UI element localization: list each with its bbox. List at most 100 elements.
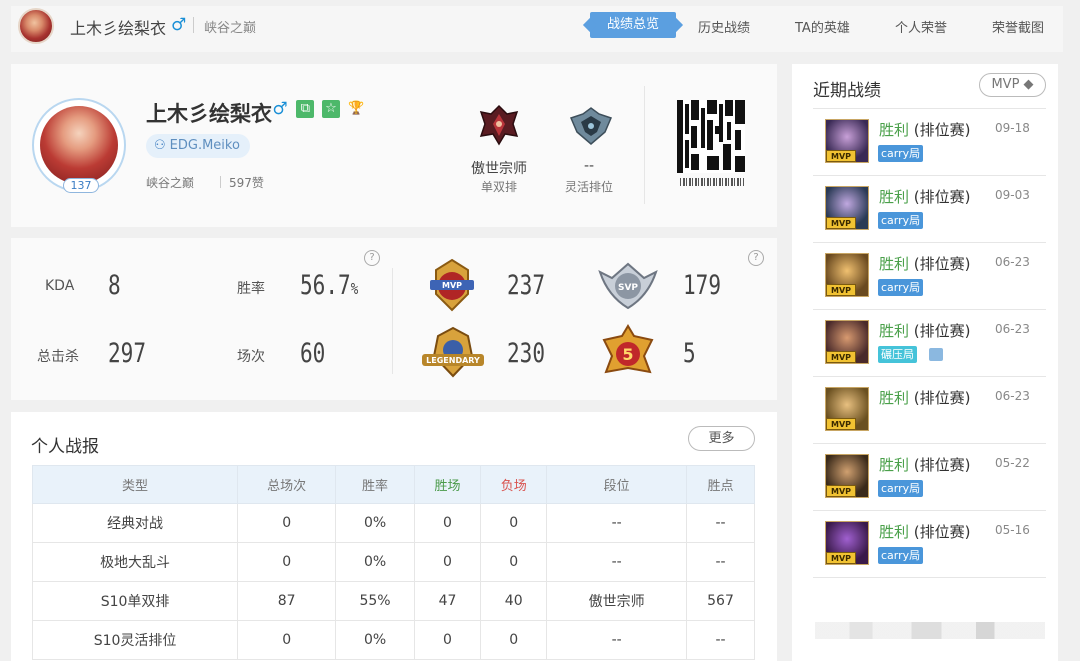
table-cell: 0: [480, 542, 548, 582]
recent-title: 近期战绩: [813, 81, 881, 101]
match-tag: carry局: [878, 480, 924, 497]
match-list-item[interactable]: MVP 胜利 (排位赛) 06-23 carry局: [813, 243, 1046, 310]
mvp-badge: MVP: [826, 351, 856, 363]
match-result: 胜利 (排位赛): [879, 121, 971, 139]
kills-label: 总击杀: [37, 349, 79, 365]
divider: [392, 268, 393, 374]
table-cell: S10单双排: [31, 581, 239, 621]
match-list-item[interactable]: MVP 胜利 (排位赛) 09-18 carry局: [813, 109, 1046, 176]
table-cell: 87: [237, 581, 337, 621]
help-icon[interactable]: ?: [364, 250, 380, 266]
mvp-badge: MVP: [826, 552, 856, 564]
mvp-filter-dropdown[interactable]: MVP ◆: [979, 73, 1046, 97]
match-tag: 碾压局: [878, 346, 917, 363]
svp-badge-icon: SVP: [598, 262, 658, 310]
column-header: 胜点: [686, 465, 755, 504]
solo-rank-tier: 傲世宗师: [471, 161, 527, 177]
legendary-count: 230: [507, 338, 546, 369]
tab-overview[interactable]: 战绩总览: [590, 12, 676, 38]
match-list-item[interactable]: MVP 胜利 (排位赛) 06-23: [813, 377, 1046, 444]
match-tag: carry局: [878, 212, 924, 229]
divider: [644, 86, 645, 204]
table-cell: --: [686, 503, 755, 543]
profile-name: 上木彡绘梨衣: [146, 102, 272, 126]
likes-count: 597赞: [229, 176, 264, 190]
svg-text:MVP: MVP: [442, 281, 462, 290]
table-header-row: 类型 总场次 胜率 胜场 负场 段位 胜点: [31, 465, 755, 504]
table-cell: --: [686, 542, 755, 582]
pagination[interactable]: [815, 622, 1045, 639]
avatar[interactable]: [18, 8, 54, 44]
column-header: 负场: [480, 465, 548, 504]
table-cell: 0%: [335, 620, 415, 660]
tab-honors[interactable]: 个人荣誉: [895, 17, 947, 36]
unranked-emblem-icon: [569, 107, 613, 145]
table-cell: S10灵活排位: [31, 620, 239, 660]
table-row: 经典对战 0 0% 0 0 -- --: [31, 503, 755, 543]
mvp-badge: MVP: [826, 150, 856, 162]
match-tag: carry局: [878, 145, 924, 162]
svg-text:SVP: SVP: [618, 283, 638, 293]
column-header: 总场次: [237, 465, 337, 504]
server-region: 峡谷之巅: [204, 21, 257, 36]
match-list-item[interactable]: MVP 胜利 (排位赛) 06-23 碾压局: [813, 310, 1046, 377]
kills-value: 297: [108, 338, 147, 369]
profile-region: 峡谷之巅: [146, 176, 195, 190]
solo-rank-queue: 单双排: [480, 180, 517, 194]
more-button[interactable]: 更多: [688, 426, 755, 451]
match-date: 05-22: [995, 456, 1030, 470]
kda-value: 8: [108, 270, 121, 301]
match-list-item[interactable]: MVP 胜利 (排位赛) 09-03 carry局: [813, 176, 1046, 243]
user-icon: ⚇: [154, 138, 166, 153]
column-header: 胜率: [335, 465, 415, 504]
table-row: 极地大乱斗 0 0% 0 0 -- --: [31, 542, 755, 582]
tab-honor-screenshots[interactable]: 荣誉截图: [992, 17, 1044, 36]
column-header: 类型: [31, 465, 239, 504]
image-icon[interactable]: [929, 348, 943, 361]
table-cell: 0: [480, 620, 548, 660]
winrate-label: 胜率: [237, 281, 265, 297]
team-tag[interactable]: ⚇ EDG.Meiko: [146, 134, 250, 158]
table-row: S10单双排 87 55% 47 40 傲世宗师 567: [31, 581, 755, 621]
divider: [813, 577, 1046, 578]
match-list-item[interactable]: MVP 胜利 (排位赛) 05-22 carry局: [813, 444, 1046, 511]
table-cell: 极地大乱斗: [31, 542, 239, 582]
table-cell: 567: [686, 581, 755, 621]
table-cell: 0: [237, 503, 337, 543]
match-result: 胜利 (排位赛): [879, 523, 971, 541]
grandmaster-emblem-icon: [479, 104, 519, 146]
profile-card: 137 上木彡绘梨衣 ♂ ⧉ ☆ 🏆 ⚇ EDG.Meiko 峡谷之巅 597赞 …: [11, 64, 777, 227]
flex-rank-queue: 灵活排位: [564, 180, 613, 194]
chevron-down-icon: ◆: [1023, 77, 1034, 92]
match-date: 05-16: [995, 523, 1030, 537]
barcode: [680, 178, 744, 186]
match-result: 胜利 (排位赛): [879, 188, 971, 206]
tab-champions[interactable]: TA的英雄: [795, 17, 850, 36]
svg-text:5: 5: [622, 345, 633, 364]
table-cell: 经典对战: [31, 503, 239, 543]
kda-label: KDA: [45, 278, 75, 294]
svg-text:LEGENDARY: LEGENDARY: [426, 356, 480, 365]
report-table: 类型 总场次 胜率 胜场 负场 段位 胜点 经典对战 0 0% 0 0 -- -- 极地大乱斗…: [31, 465, 755, 660]
star-badge-icon[interactable]: ☆: [321, 100, 340, 118]
copy-icon[interactable]: ⧉: [296, 100, 315, 118]
table-cell: 0: [480, 503, 548, 543]
table-cell: 55%: [335, 581, 415, 621]
table-cell: --: [546, 620, 687, 660]
table-cell: 0: [413, 542, 482, 582]
qr-code-icon: [677, 100, 745, 173]
games-label: 场次: [237, 349, 265, 365]
divider: [220, 176, 221, 188]
match-result: 胜利 (排位赛): [879, 322, 971, 340]
help-icon[interactable]: ?: [748, 250, 764, 266]
tab-history[interactable]: 历史战绩: [698, 17, 750, 36]
match-list-item[interactable]: MVP 胜利 (排位赛) 05-16 carry局: [813, 511, 1046, 578]
pentakill-count: 5: [683, 338, 696, 369]
table-cell: 40: [480, 581, 548, 621]
flex-rank-tier: --: [583, 158, 595, 174]
match-result: 胜利 (排位赛): [879, 255, 971, 273]
svp-count: 179: [683, 270, 722, 301]
table-row: S10灵活排位 0 0% 0 0 -- --: [31, 620, 755, 660]
match-date: 09-03: [995, 188, 1030, 202]
table-cell: 0: [237, 620, 337, 660]
